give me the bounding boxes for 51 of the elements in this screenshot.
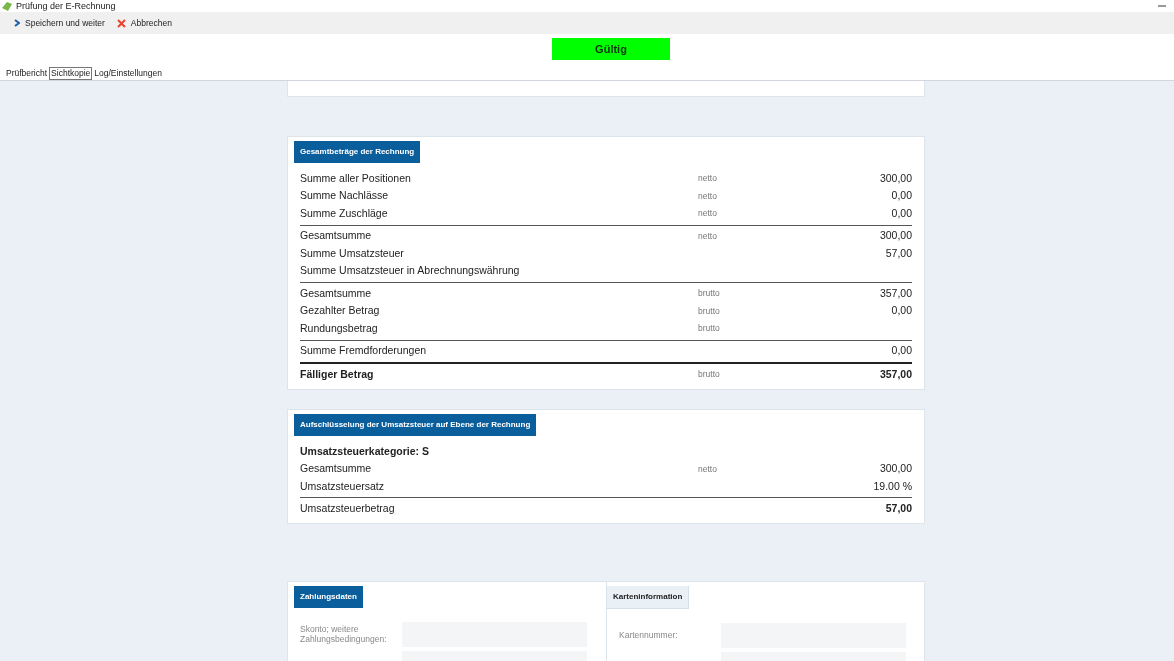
row-label: Gesamtsumme xyxy=(300,285,373,301)
tab[interactable]: Sichtkopie xyxy=(49,67,93,80)
toolbar-button[interactable]: Speichern und weiter xyxy=(14,16,105,30)
row-label: Summe Fremdforderungen xyxy=(300,343,428,359)
row-label: Rundungsbetrag xyxy=(300,320,379,336)
row-label: Summe Nachlässe xyxy=(300,188,390,204)
amount-value: 57,00 xyxy=(884,245,912,261)
toolbar-button[interactable]: Abbrechen xyxy=(116,16,172,30)
row-label: Gesamtsumme xyxy=(300,461,373,477)
tab[interactable]: Prüfbericht xyxy=(4,67,50,80)
section-header: Gesamtbeträge der Rechnung xyxy=(294,141,421,163)
row-label: Gezahlter Betrag xyxy=(300,303,381,319)
amount-value: 0,00 xyxy=(890,205,912,221)
section-header: Aufschlüsselung der Umsatzsteuer auf Ebene der Rechnung xyxy=(294,413,537,436)
amount-value: 300,00 xyxy=(878,461,912,477)
amount-value: 300,00 xyxy=(878,228,912,244)
row-label: Summe Zuschläge xyxy=(300,205,389,221)
row-label: Umsatzsteuersatz xyxy=(300,478,386,494)
close-icon xyxy=(116,18,126,28)
row-label: Summe Umsatzsteuer xyxy=(300,245,405,261)
amount-qualifier: brutto xyxy=(698,368,721,382)
amount-qualifier: brutto xyxy=(698,322,721,336)
row-label: Gesamtsumme xyxy=(300,228,373,244)
amount-qualifier: netto xyxy=(698,207,718,221)
row-label: Summe aller Positionen xyxy=(300,170,412,186)
amount-qualifier: netto xyxy=(698,172,718,186)
category-heading: Umsatzsteuerkategorie: S xyxy=(300,443,430,459)
amount-qualifier: netto xyxy=(698,189,718,203)
field-label: Kartennummer: xyxy=(619,630,679,641)
minimize-icon[interactable] xyxy=(1158,2,1166,10)
row-label: Summe Umsatzsteuer in Abrechnungswährung xyxy=(300,263,521,279)
amount-value: 300,00 xyxy=(878,170,912,186)
amount-value: 357,00 xyxy=(878,366,912,382)
amount-value: 0,00 xyxy=(890,343,912,359)
amount-qualifier: netto xyxy=(698,229,718,243)
amount-value: 0,00 xyxy=(890,303,912,319)
window-title: Prüfung der E-Rechnung xyxy=(16,1,116,11)
chevron-right-icon xyxy=(14,19,20,27)
field-label: Skonto; weitere Zahlungsbedingungen: xyxy=(300,624,388,645)
amount-qualifier: brutto xyxy=(698,304,721,318)
amount-value: 357,00 xyxy=(878,285,912,301)
amount-qualifier: netto xyxy=(698,462,718,476)
amount-value: 0,00 xyxy=(890,188,912,204)
section-header: Zahlungsdaten xyxy=(294,585,363,608)
row-label: Umsatzsteuerbetrag xyxy=(300,501,396,517)
row-label: Fälliger Betrag xyxy=(300,366,375,382)
tab[interactable]: Log/Einstellungen xyxy=(92,67,164,80)
amount-value: 19.00 % xyxy=(872,478,912,494)
amount-value: 57,00 xyxy=(884,501,912,517)
status-badge: Gültig xyxy=(552,38,670,60)
amount-qualifier: brutto xyxy=(698,287,721,301)
